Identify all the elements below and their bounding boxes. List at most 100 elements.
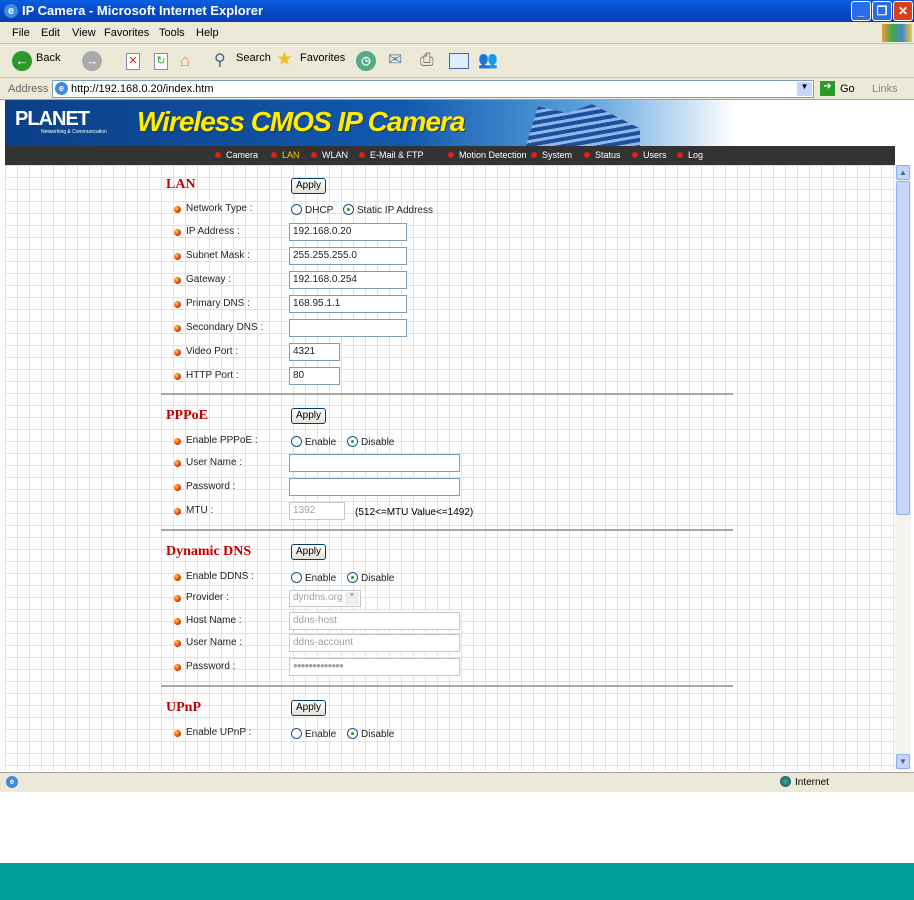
forward-arrow-icon[interactable]: → — [82, 51, 102, 71]
banner: PLANET Networking & Communication Wirele… — [5, 100, 895, 146]
messenger-icon[interactable]: 👥 — [478, 50, 498, 70]
ip-address-input[interactable]: 192.168.0.20 — [289, 223, 407, 241]
subnet-mask-label: Subnet Mask : — [186, 250, 250, 261]
nav-wlan[interactable]: WLAN — [311, 150, 348, 160]
menu-view[interactable]: View — [72, 27, 96, 39]
mtu-input[interactable]: 1392 — [289, 502, 345, 520]
page-icon: e — [55, 82, 68, 95]
scroll-down-button[interactable]: ▼ — [896, 754, 910, 769]
secondary-dns-input[interactable] — [289, 319, 407, 337]
primary-dns-input[interactable]: 168.95.1.1 — [289, 295, 407, 313]
bullet-icon — [174, 640, 181, 647]
bullet-icon — [174, 349, 181, 356]
upnp-disable-radio[interactable]: Disable — [347, 728, 394, 740]
back-arrow-icon[interactable]: ← — [12, 51, 32, 71]
search-icon[interactable]: ⚲ — [214, 50, 226, 70]
title-bar: e IP Camera - Microsoft Internet Explore… — [0, 0, 914, 22]
video-port-label: Video Port : — [186, 346, 239, 357]
menu-help[interactable]: Help — [196, 27, 219, 39]
menu-tools[interactable]: Tools — [159, 27, 185, 39]
gateway-input[interactable]: 192.168.0.254 — [289, 271, 407, 289]
mtu-note: (512<=MTU Value<=1492) — [355, 507, 474, 518]
search-button[interactable]: Search — [236, 52, 271, 64]
chevron-down-icon: ▼ — [345, 592, 359, 605]
address-bar: Address e http://192.168.0.20/index.htm … — [0, 78, 914, 100]
dhcp-radio[interactable]: DHCP — [291, 204, 333, 216]
favorites-star-icon[interactable]: ★ — [276, 48, 293, 71]
http-port-input[interactable]: 80 — [289, 367, 340, 385]
upnp-heading: UPnP — [166, 700, 201, 715]
nav-email-ftp[interactable]: E-Mail & FTP — [359, 150, 424, 160]
page-status-icon: e — [6, 776, 18, 788]
ddns-username-input[interactable]: ddns-account — [289, 634, 460, 652]
bullet-icon — [174, 253, 181, 260]
pppoe-password-input[interactable] — [289, 478, 460, 496]
bullet-icon — [174, 618, 181, 625]
upnp-enable-radio[interactable]: Enable — [291, 728, 336, 740]
close-button[interactable]: ✕ — [893, 1, 913, 21]
favorites-button[interactable]: Favorites — [300, 52, 345, 64]
nav-system[interactable]: System — [531, 150, 572, 160]
menu-file[interactable]: File — [12, 27, 30, 39]
ddns-password-input[interactable]: ●●●●●●●●●●●●● — [289, 658, 460, 676]
minimize-button[interactable]: _ — [851, 1, 871, 21]
lan-apply-button[interactable]: Apply — [291, 178, 326, 194]
nav-users[interactable]: Users — [632, 150, 667, 160]
planet-logo: PLANET — [15, 108, 90, 130]
menu-favorites[interactable]: Favorites — [104, 27, 149, 39]
video-port-input[interactable]: 4321 — [289, 343, 340, 361]
scroll-up-button[interactable]: ▲ — [896, 165, 910, 180]
nav-bar: Camera LAN WLAN E-Mail & FTP Motion Dete… — [5, 146, 895, 165]
nav-log[interactable]: Log — [677, 150, 703, 160]
edit-icon[interactable] — [449, 53, 469, 69]
go-button[interactable]: Go — [840, 83, 855, 95]
http-port-label: HTTP Port : — [186, 370, 239, 381]
home-icon[interactable]: ⌂ — [180, 51, 190, 71]
security-zone: Internet — [795, 777, 829, 788]
static-ip-radio[interactable]: Static IP Address — [343, 204, 433, 216]
bullet-icon — [174, 730, 181, 737]
nav-lan[interactable]: LAN — [271, 150, 300, 160]
host-name-input[interactable]: ddns-host — [289, 612, 460, 630]
refresh-icon[interactable]: ↻ — [154, 53, 168, 70]
bullet-icon — [174, 508, 181, 515]
maximize-button[interactable]: ❐ — [872, 1, 892, 21]
pppoe-username-input[interactable] — [289, 454, 460, 472]
menu-edit[interactable]: Edit — [41, 27, 60, 39]
ddns-password-label: Password : — [186, 661, 236, 672]
stop-icon[interactable]: ✕ — [126, 53, 140, 70]
nav-camera[interactable]: Camera — [215, 150, 258, 160]
status-bar: e Internet — [0, 772, 914, 792]
links-button[interactable]: Links — [872, 83, 898, 95]
address-input[interactable]: e http://192.168.0.20/index.htm ▼ — [52, 80, 814, 98]
gateway-label: Gateway : — [186, 274, 232, 285]
mail-icon[interactable]: ✉ — [388, 50, 402, 70]
nav-motion-detection[interactable]: Motion Detection — [448, 150, 527, 160]
footer-band — [0, 863, 914, 900]
ddns-enable-radio[interactable]: Enable — [291, 572, 336, 584]
provider-select[interactable]: dyndns.org ▼ — [289, 590, 361, 607]
go-arrow-icon[interactable]: ➜ — [820, 81, 835, 96]
section-divider — [161, 529, 733, 531]
pppoe-enable-radio[interactable]: Enable — [291, 436, 336, 448]
bullet-icon — [174, 438, 181, 445]
ddns-disable-radio[interactable]: Disable — [347, 572, 394, 584]
pppoe-disable-radio[interactable]: Disable — [347, 436, 394, 448]
banner-title: Wireless CMOS IP Camera — [137, 106, 465, 137]
history-icon[interactable]: ◷ — [356, 51, 376, 71]
address-dropdown-icon[interactable]: ▼ — [797, 82, 812, 96]
back-button[interactable]: Back — [36, 52, 60, 64]
ip-address-label: IP Address : — [186, 226, 240, 237]
pppoe-apply-button[interactable]: Apply — [291, 408, 326, 424]
windows-logo-icon — [882, 24, 912, 42]
secondary-dns-label: Secondary DNS : — [186, 322, 264, 333]
upnp-apply-button[interactable]: Apply — [291, 700, 326, 716]
scrollbar-thumb[interactable] — [896, 181, 910, 515]
address-url: http://192.168.0.20/index.htm — [71, 83, 214, 95]
enable-pppoe-label: Enable PPPoE : — [186, 435, 258, 446]
bullet-icon — [174, 373, 181, 380]
subnet-mask-input[interactable]: 255.255.255.0 — [289, 247, 407, 265]
nav-status[interactable]: Status — [584, 150, 621, 160]
print-icon[interactable]: ⎙ — [420, 50, 434, 70]
ddns-apply-button[interactable]: Apply — [291, 544, 326, 560]
